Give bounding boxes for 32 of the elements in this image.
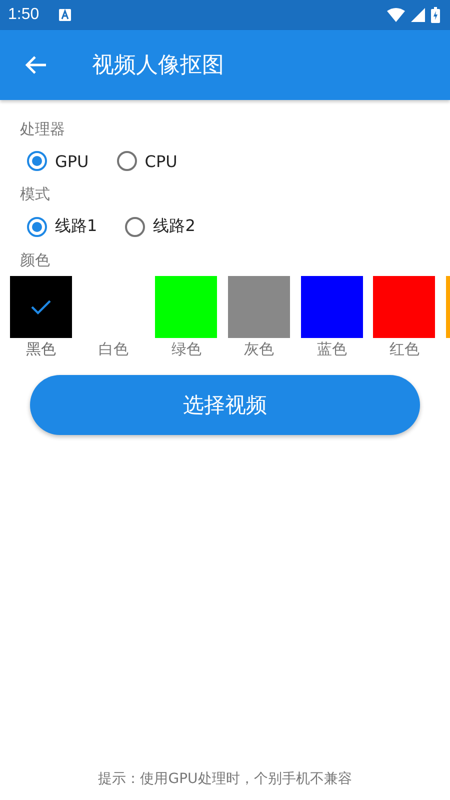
section-label: 处理器	[20, 120, 65, 139]
radio-option[interactable]: CPU	[116, 151, 178, 171]
screen-title: 视频人像抠图	[92, 52, 224, 80]
radio-option[interactable]: 线路1	[27, 216, 98, 237]
color-label: 蓝色	[316, 340, 347, 359]
section-label: 模式	[20, 185, 50, 204]
color-label: 灰色	[244, 340, 274, 359]
color-swatch[interactable]	[155, 276, 218, 338]
color-label: 绿色	[171, 340, 202, 359]
color-swatch[interactable]	[10, 276, 72, 338]
radio-button[interactable]	[125, 216, 146, 236]
color-label: 白色	[98, 340, 129, 359]
notification-icon	[59, 9, 72, 21]
battery-icon	[431, 7, 440, 23]
radio-button[interactable]	[116, 151, 137, 171]
signal-icon	[411, 8, 425, 22]
color-swatch[interactable]	[228, 276, 290, 338]
clock: 1:50	[8, 6, 40, 24]
color-label: 黑色	[26, 340, 56, 359]
wifi-icon	[387, 8, 405, 22]
color-swatch[interactable]	[373, 276, 436, 338]
color-label: 红色	[389, 340, 420, 359]
hint-text: 提示：使用GPU处理时，个别手机不兼容	[98, 770, 352, 788]
radio-option[interactable]: 线路2	[125, 216, 196, 237]
check-icon	[31, 299, 51, 315]
section-label: 颜色	[20, 251, 50, 270]
radio-button[interactable]	[27, 151, 47, 171]
color-swatch[interactable]	[300, 276, 363, 338]
select-video-button[interactable]: 选择视频	[30, 375, 420, 435]
radio-option[interactable]: GPU	[27, 151, 89, 171]
radio-button[interactable]	[27, 216, 47, 236]
back-arrow-icon[interactable]	[25, 55, 47, 75]
